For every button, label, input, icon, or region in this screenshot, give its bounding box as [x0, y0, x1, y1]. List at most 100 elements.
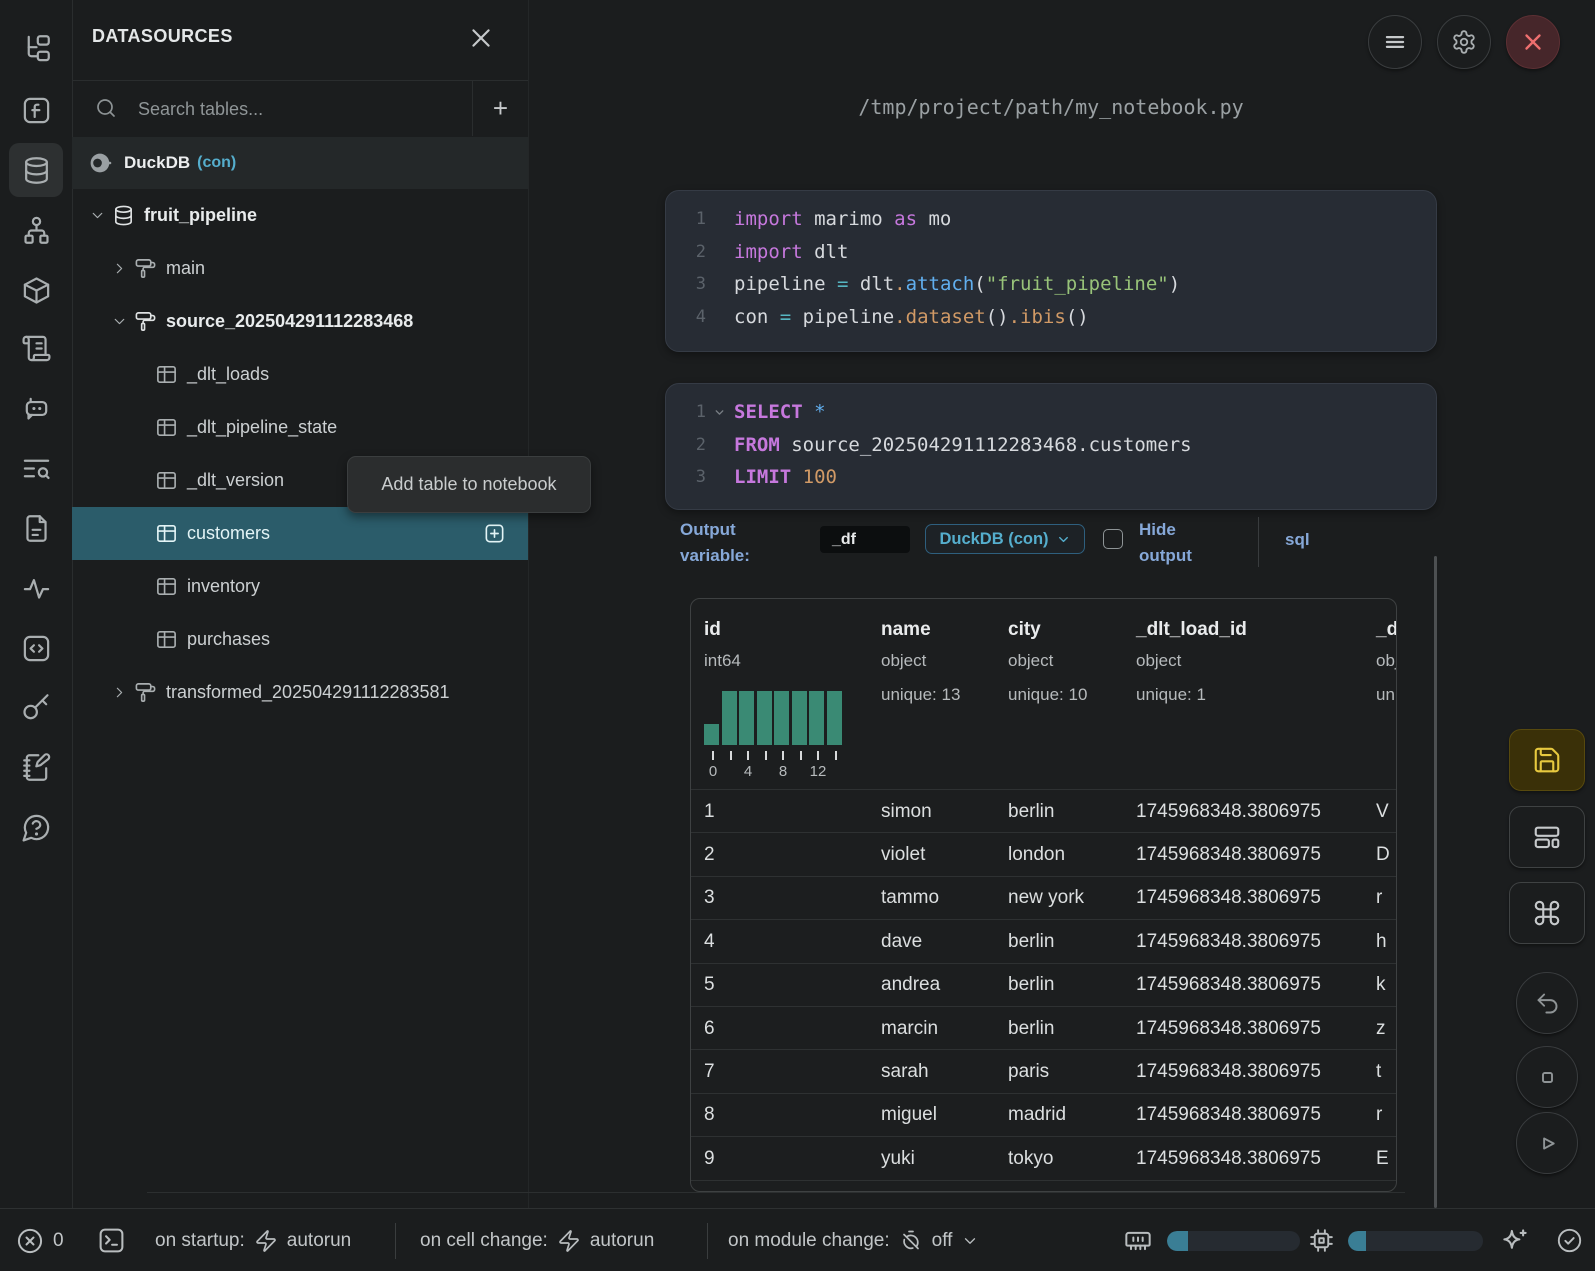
code-line: import dlt — [734, 241, 848, 263]
tree-item-table-customers[interactable]: customers — [72, 507, 528, 560]
sidebar-item-help[interactable] — [9, 800, 63, 854]
sidebar-item-secrets[interactable] — [9, 680, 63, 734]
sidebar-item-notebook[interactable] — [9, 740, 63, 794]
search-input[interactable] — [136, 92, 460, 126]
table-row[interactable]: 5andreaberlin1745968348.3806975k — [691, 963, 1397, 1007]
code-line: FROM source_202504291112283468.customers — [734, 434, 1192, 456]
key-icon — [21, 692, 52, 723]
terminal-icon — [97, 1226, 126, 1255]
ram-meter — [1167, 1231, 1300, 1251]
table-row[interactable]: 6marcinberlin1745968348.3806975z — [691, 1006, 1397, 1050]
layout-toggle-button[interactable] — [1509, 806, 1585, 868]
schema-icon — [134, 681, 157, 704]
code-line: LIMIT 100 — [734, 466, 837, 488]
sidebar-item-packages[interactable] — [9, 263, 63, 317]
sidebar-item-datasources[interactable] — [9, 143, 63, 197]
tree-item-schema-source[interactable]: source_202504291112283468 — [72, 295, 528, 348]
ai-features-button[interactable] — [1500, 1209, 1530, 1271]
layout-panels-icon — [1532, 822, 1562, 852]
datasources-panel: DATASOURCES + DuckDB (con) fruit_pipelin… — [72, 0, 529, 1208]
table-row[interactable] — [691, 1180, 1397, 1192]
on-startup-setting[interactable]: on startup: autorun — [155, 1209, 351, 1271]
scroll-icon — [21, 333, 52, 364]
on-cell-change-setting[interactable]: on cell change: autorun — [420, 1209, 654, 1271]
divider — [1258, 517, 1259, 567]
output-variable-input[interactable]: _df — [820, 526, 910, 553]
settings-button[interactable] — [1437, 15, 1491, 69]
sidebar-item-snippets[interactable] — [9, 621, 63, 675]
close-panel-button[interactable] — [468, 25, 494, 51]
run-button[interactable] — [1516, 1112, 1578, 1174]
sidebar-item-tracing[interactable] — [9, 561, 63, 615]
notebook-path: /tmp/project/path/my_notebook.py — [665, 95, 1437, 119]
histogram-ticks — [704, 751, 844, 760]
lightning-icon — [254, 1229, 278, 1253]
fold-chevron-icon[interactable] — [713, 406, 726, 419]
marimo-app: DATASOURCES + DuckDB (con) fruit_pipelin… — [0, 0, 1595, 1271]
table-row[interactable]: 3tammonew york1745968348.3806975r — [691, 876, 1397, 920]
table-row[interactable]: 9yukitokyo1745968348.3806975E — [691, 1136, 1397, 1180]
tree-item-table-purchases[interactable]: purchases — [72, 613, 528, 666]
notebook-scrollbar[interactable] — [1434, 556, 1437, 1208]
tree-item-table-dlt-loads[interactable]: _dlt_loads — [72, 348, 528, 401]
tree-item-table-dlt-pipeline-state[interactable]: _dlt_pipeline_state — [72, 401, 528, 454]
sidebar-item-file-tree[interactable] — [9, 21, 63, 75]
menu-button[interactable] — [1368, 15, 1422, 69]
cpu-icon — [1308, 1227, 1335, 1254]
connection-status[interactable] — [1556, 1209, 1583, 1271]
tree-item-schema-main[interactable]: main — [72, 242, 528, 295]
search-icon — [94, 96, 118, 120]
code-cell-python[interactable]: 1import marimo as mo 2import dlt 3pipeli… — [665, 190, 1437, 352]
package-icon — [21, 275, 52, 306]
line-number: 1 — [666, 209, 706, 229]
chevron-right-icon — [111, 684, 128, 701]
tree-item-label: inventory — [187, 576, 260, 597]
stop-button[interactable] — [1516, 1046, 1578, 1108]
code-line: con = pipeline.dataset().ibis() — [734, 306, 1089, 328]
chevron-down-icon — [111, 313, 128, 330]
hide-output-checkbox[interactable] — [1103, 529, 1123, 549]
engine-name: DuckDB — [124, 153, 190, 173]
sparkles-icon — [1500, 1226, 1530, 1256]
save-button[interactable] — [1509, 729, 1585, 791]
lightning-icon — [557, 1229, 581, 1253]
undo-icon — [1534, 990, 1561, 1017]
sidebar-item-ai-assistant[interactable] — [9, 381, 63, 435]
table-row[interactable]: 4daveberlin1745968348.3806975h — [691, 919, 1397, 963]
engine-select[interactable]: DuckDB (con) — [925, 524, 1085, 554]
on-startup-value: autorun — [287, 1230, 351, 1252]
output-variable-label: Output variable: — [680, 517, 780, 569]
line-number: 1 — [666, 402, 706, 422]
tree-item-database[interactable]: fruit_pipeline — [72, 189, 528, 242]
id-histogram — [704, 691, 844, 745]
notebook-pen-icon — [21, 752, 52, 783]
terminal-button[interactable] — [97, 1209, 126, 1271]
bot-chat-icon — [21, 393, 52, 424]
undo-button[interactable] — [1516, 972, 1578, 1034]
error-counter[interactable]: 0 — [16, 1209, 64, 1271]
hamburger-menu-icon — [1382, 29, 1408, 55]
result-table[interactable]: id int64 0 4 8 12 name object unique: 13… — [690, 598, 1397, 1192]
command-palette-button[interactable] — [1509, 882, 1585, 944]
sidebar-item-dependencies[interactable] — [9, 203, 63, 257]
table-row[interactable]: 8miguelmadrid1745968348.3806975r — [691, 1093, 1397, 1137]
tree-item-table-inventory[interactable]: inventory — [72, 560, 528, 613]
table-row[interactable]: 2violetlondon1745968348.3806975D — [691, 832, 1397, 876]
table-row[interactable]: 7sarahparis1745968348.3806975t — [691, 1049, 1397, 1093]
engine-row-duckdb[interactable]: DuckDB (con) — [72, 137, 528, 189]
sidebar-item-scratchpad[interactable] — [9, 441, 63, 495]
code-cell-sql[interactable]: 1SELECT * 2FROM source_20250429111228346… — [665, 383, 1437, 510]
tree-item-schema-transformed[interactable]: transformed_202504291112283581 — [72, 666, 528, 719]
table-icon — [155, 628, 178, 651]
sidebar-item-functions[interactable] — [9, 83, 63, 137]
hide-output-label: Hide output — [1139, 517, 1219, 569]
add-datasource-button[interactable]: + — [473, 80, 528, 136]
line-number: 3 — [666, 274, 706, 294]
file-text-icon — [21, 513, 52, 544]
on-module-change-setting[interactable]: on module change: off — [728, 1209, 979, 1271]
shutdown-button[interactable] — [1506, 15, 1560, 69]
sidebar-item-documentation[interactable] — [9, 501, 63, 555]
sidebar-item-logs[interactable] — [9, 321, 63, 375]
add-table-to-notebook-icon[interactable] — [483, 522, 506, 545]
table-row[interactable]: 1simonberlin1745968348.3806975V — [691, 789, 1397, 833]
